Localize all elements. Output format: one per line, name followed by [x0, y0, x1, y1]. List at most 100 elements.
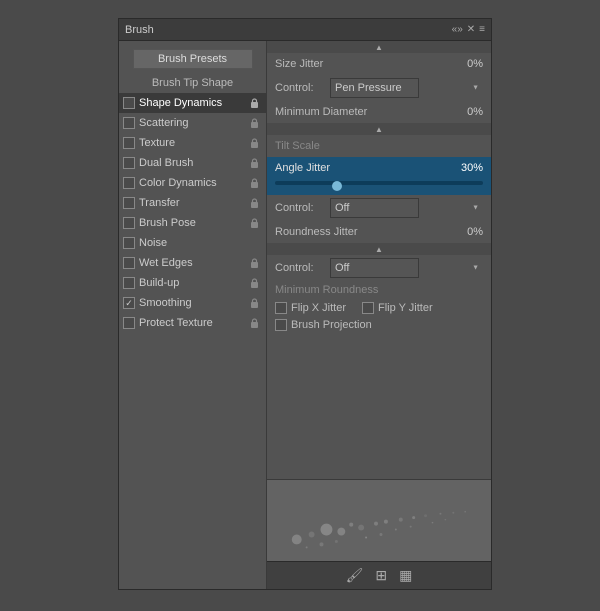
color-dynamics-label: Color Dynamics	[139, 177, 246, 189]
wet-edges-checkbox[interactable]	[123, 257, 135, 269]
panel-body: Brush Presets Brush Tip Shape Shape Dyna…	[119, 41, 491, 589]
sidebar-item-noise[interactable]: Noise	[119, 233, 266, 253]
brush-presets-button[interactable]: Brush Presets	[133, 49, 253, 69]
flip-checkboxes-row: Flip X Jitter Flip Y Jitter	[267, 299, 491, 317]
tilt-scale-row: Tilt Scale	[267, 135, 491, 157]
shape-dynamics-label: Shape Dynamics	[139, 97, 246, 109]
transfer-label: Transfer	[139, 197, 246, 209]
sidebar-item-transfer[interactable]: Transfer	[119, 193, 266, 213]
transfer-checkbox[interactable]	[123, 197, 135, 209]
control-label-2: Control:	[275, 202, 330, 214]
lock-icon-color-dynamics	[248, 177, 260, 189]
brush-preview	[267, 479, 491, 561]
texture-label: Texture	[139, 137, 246, 149]
smoothing-label: Smoothing	[139, 297, 246, 309]
lock-icon-protect-texture	[248, 317, 260, 329]
angle-control-row: Control: Off Fade Pen Pressure Pen Tilt	[267, 195, 491, 221]
angle-jitter-label: Angle Jitter	[275, 162, 455, 174]
pen-pressure-select-wrapper: Pen Pressure	[330, 78, 483, 98]
brush-tip-shape-label: Brush Tip Shape	[119, 75, 266, 93]
scroll-up-arrow[interactable]: ▲	[267, 41, 491, 53]
shape-dynamics-checkbox[interactable]	[123, 97, 135, 109]
sidebar-item-scattering[interactable]: Scattering	[119, 113, 266, 133]
texture-checkbox[interactable]	[123, 137, 135, 149]
min-diameter-row: Minimum Diameter 0%	[267, 101, 491, 123]
menu-icon[interactable]: ≡	[479, 24, 485, 35]
sidebar-item-protect-texture[interactable]: Protect Texture	[119, 313, 266, 333]
tilt-scale-divider-arrow[interactable]: ▲	[267, 123, 491, 135]
sidebar: Brush Presets Brush Tip Shape Shape Dyna…	[119, 41, 267, 589]
dual-brush-checkbox[interactable]	[123, 157, 135, 169]
flip-x-checkbox[interactable]	[275, 302, 287, 314]
build-up-checkbox[interactable]	[123, 277, 135, 289]
sidebar-item-shape-dynamics[interactable]: Shape Dynamics	[119, 93, 266, 113]
sidebar-item-wet-edges[interactable]: Wet Edges	[119, 253, 266, 273]
lock-icon-scattering	[248, 117, 260, 129]
min-diameter-value: 0%	[455, 106, 483, 118]
min-roundness-label: Minimum Roundness	[267, 281, 491, 299]
pen-pressure-select[interactable]: Pen Pressure	[330, 78, 419, 98]
brush-panel: Brush «» ✕ ≡ Brush Presets Brush Tip Sha…	[118, 18, 492, 590]
roundness-control-row: Control: Off Fade Pen Pressure	[267, 255, 491, 281]
flip-y-checkbox[interactable]	[362, 302, 374, 314]
lock-icon-wet-edges	[248, 257, 260, 269]
angle-jitter-slider-track[interactable]	[275, 181, 483, 189]
lock-icon-transfer	[248, 197, 260, 209]
flip-x-label: Flip X Jitter	[291, 302, 346, 314]
color-dynamics-checkbox[interactable]	[123, 177, 135, 189]
sidebar-item-smoothing[interactable]: Smoothing	[119, 293, 266, 313]
collapse-icon[interactable]: «»	[452, 24, 463, 35]
noise-label: Noise	[139, 237, 260, 249]
spacer	[267, 333, 491, 341]
angle-jitter-section: Angle Jitter 30%	[267, 157, 491, 195]
grid-view-icon[interactable]: ⊞	[375, 567, 387, 584]
control-label-3: Control:	[275, 262, 330, 274]
brush-projection-checkbox[interactable]	[275, 319, 287, 331]
panel-options-icon[interactable]: ▦	[399, 567, 412, 584]
scattering-checkbox[interactable]	[123, 117, 135, 129]
lock-icon-build-up	[248, 277, 260, 289]
dual-brush-label: Dual Brush	[139, 157, 246, 169]
brush-pose-label: Brush Pose	[139, 217, 246, 229]
content-area: ▲ Size Jitter 0% Control: Pen Pressure	[267, 41, 491, 479]
sidebar-item-build-up[interactable]: Build-up	[119, 273, 266, 293]
brush-projection-label: Brush Projection	[291, 319, 372, 331]
protect-texture-label: Protect Texture	[139, 317, 246, 329]
scattering-label: Scattering	[139, 117, 246, 129]
lock-icon-texture	[248, 137, 260, 149]
panel-footer: 🖌 ⊞ ▦	[267, 561, 491, 589]
tilt-scale-label: Tilt Scale	[275, 140, 320, 152]
angle-jitter-row: Angle Jitter 30%	[267, 157, 491, 179]
min-diameter-label: Minimum Diameter	[275, 106, 455, 118]
sidebar-item-texture[interactable]: Texture	[119, 133, 266, 153]
roundness-jitter-row: Roundness Jitter 0%	[267, 221, 491, 243]
size-jitter-control-row: Control: Pen Pressure	[267, 75, 491, 101]
protect-texture-checkbox[interactable]	[123, 317, 135, 329]
brush-pose-checkbox[interactable]	[123, 217, 135, 229]
wet-edges-label: Wet Edges	[139, 257, 246, 269]
roundness-jitter-value: 0%	[455, 226, 483, 238]
brush-tool-icon[interactable]: 🖌	[346, 567, 364, 584]
flip-y-group: Flip Y Jitter	[362, 302, 433, 314]
noise-checkbox[interactable]	[123, 237, 135, 249]
lock-icon-smoothing	[248, 297, 260, 309]
close-icon[interactable]: ✕	[467, 24, 475, 35]
brush-projection-row: Brush Projection	[267, 317, 491, 333]
angle-jitter-thumb[interactable]	[332, 181, 342, 191]
angle-jitter-slider-container	[267, 181, 491, 195]
roundness-control-select-wrapper: Off Fade Pen Pressure	[330, 258, 483, 278]
roundness-divider-arrow[interactable]: ▲	[267, 243, 491, 255]
size-jitter-label: Size Jitter	[275, 58, 455, 70]
sidebar-item-dual-brush[interactable]: Dual Brush	[119, 153, 266, 173]
slider-track-bg	[275, 181, 483, 185]
sidebar-item-brush-pose[interactable]: Brush Pose	[119, 213, 266, 233]
lock-icon-dual-brush	[248, 157, 260, 169]
roundness-control-select[interactable]: Off Fade Pen Pressure	[330, 258, 419, 278]
angle-control-select[interactable]: Off Fade Pen Pressure Pen Tilt	[330, 198, 419, 218]
smoothing-checkbox[interactable]	[123, 297, 135, 309]
panel-title: Brush	[125, 24, 154, 36]
build-up-label: Build-up	[139, 277, 246, 289]
sidebar-item-color-dynamics[interactable]: Color Dynamics	[119, 173, 266, 193]
brush-preview-svg	[267, 480, 491, 561]
right-panel: ▲ Size Jitter 0% Control: Pen Pressure	[267, 41, 491, 589]
